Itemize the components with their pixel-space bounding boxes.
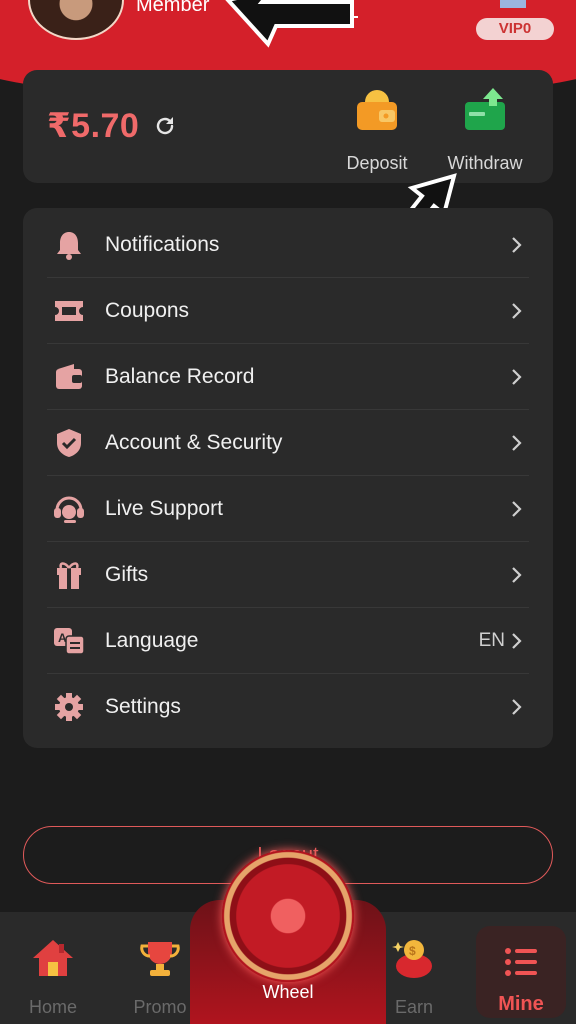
menu-item-settings[interactable]: Settings <box>47 674 529 740</box>
menu-item-label: Account & Security <box>105 430 283 454</box>
list-icon <box>505 948 537 976</box>
shield-icon <box>51 425 87 461</box>
menu-card: Notifications Coupons Balance Record Acc… <box>23 208 553 748</box>
deposit-wallet-icon <box>357 90 397 130</box>
nav-home-label: Home <box>28 997 77 1017</box>
vip-crown-icon <box>500 0 526 8</box>
menu-item-notifications[interactable]: Notifications <box>47 212 529 278</box>
deposit-button[interactable]: Deposit <box>327 88 427 173</box>
wheel-icon[interactable] <box>222 850 354 982</box>
menu-item-label: Notifications <box>105 232 220 256</box>
refresh-icon[interactable] <box>153 114 177 138</box>
menu-item-label: Settings <box>105 695 181 718</box>
language-value: EN <box>478 629 505 651</box>
chevron-right-icon <box>512 236 522 253</box>
profile-page: Member VIP0 ₹5.70 Deposit Withdraw Notif… <box>0 0 576 1024</box>
pointer-arrow-icon <box>225 0 354 48</box>
home-icon <box>33 940 73 976</box>
menu-item-live-support[interactable]: Live Support <box>47 476 529 542</box>
nav-home[interactable]: Home <box>3 936 103 1018</box>
svg-text:A: A <box>58 631 67 645</box>
menu-item-language[interactable]: A Language EN <box>47 608 529 674</box>
money-bag-icon: $ <box>392 940 432 978</box>
menu-item-coupons[interactable]: Coupons <box>47 278 529 344</box>
menu-item-label: Language <box>105 628 199 652</box>
chevron-right-icon <box>512 434 522 451</box>
chevron-right-icon <box>512 368 522 385</box>
withdraw-card-icon <box>465 88 505 130</box>
chevron-right-icon <box>512 302 522 319</box>
chevron-right-icon <box>512 699 522 715</box>
menu-item-label: Live Support <box>105 496 223 520</box>
menu-item-gifts[interactable]: Gifts <box>47 542 529 608</box>
gift-icon <box>51 557 87 593</box>
balance-card: ₹5.70 Deposit Withdraw <box>23 70 553 183</box>
menu-item-label: Gifts <box>105 562 149 586</box>
ticket-icon <box>51 293 87 329</box>
translate-icon: A <box>51 623 87 659</box>
svg-text:$: $ <box>409 944 416 958</box>
trophy-icon <box>140 942 180 976</box>
menu-item-balance-record[interactable]: Balance Record <box>47 344 529 410</box>
withdraw-button[interactable]: Withdraw <box>435 88 535 173</box>
bell-icon <box>51 227 87 263</box>
gear-icon <box>51 689 87 725</box>
menu-item-label: Coupons <box>105 298 190 322</box>
member-label: Member <box>136 0 210 16</box>
chevron-right-icon <box>512 500 522 517</box>
chevron-right-icon <box>512 566 522 583</box>
nav-wheel-label[interactable]: Wheel <box>238 982 338 1003</box>
menu-item-label: Balance Record <box>105 364 255 388</box>
vip-badge[interactable]: VIP0 <box>476 18 554 40</box>
headset-icon <box>51 491 87 527</box>
balance-amount: ₹5.70 <box>47 107 140 145</box>
chevron-right-icon <box>512 632 522 649</box>
menu-item-account-security[interactable]: Account & Security <box>47 410 529 476</box>
nav-mine-label: Mine <box>498 993 544 1015</box>
wallet-icon <box>51 359 87 395</box>
nav-mine[interactable]: Mine <box>476 926 566 1018</box>
